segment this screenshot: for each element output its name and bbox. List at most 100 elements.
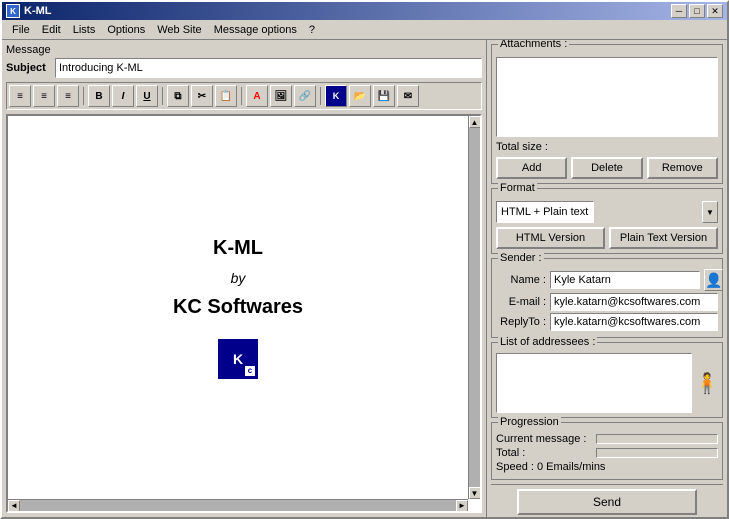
editor-by: by	[231, 270, 246, 286]
total-progress-bar-container	[596, 448, 718, 458]
scroll-track[interactable]	[469, 128, 481, 487]
formatting-toolbar: ≡ ≡ ≡ B I U ⧉ ✂ 📋 A 🖼 🔗 K 📂 💾 ✉	[6, 82, 482, 110]
send-button[interactable]: Send	[517, 489, 697, 515]
current-message-row: Current message :	[496, 433, 718, 445]
delete-button[interactable]: Delete	[571, 157, 642, 179]
format-select[interactable]: HTML + Plain text HTML only Plain text o…	[496, 201, 594, 223]
sender-name-input[interactable]	[550, 271, 700, 289]
person-icon: 🧍	[695, 371, 720, 396]
current-progress-bar-container	[596, 434, 718, 444]
name-label: Name :	[496, 274, 546, 286]
title-bar: K K-ML ─ □ ✕	[2, 2, 727, 20]
select-arrow-icon: ▼	[702, 201, 718, 223]
addressees-list[interactable]	[496, 353, 692, 413]
close-button[interactable]: ✕	[707, 4, 723, 18]
separator-4	[320, 87, 321, 105]
email-button[interactable]: ✉	[397, 85, 419, 107]
separator-2	[162, 87, 163, 105]
minimize-button[interactable]: ─	[671, 4, 687, 18]
insert-image-button[interactable]: 🖼	[270, 85, 292, 107]
window-title: K-ML	[24, 5, 52, 17]
menu-help[interactable]: ?	[303, 22, 321, 38]
bold-button[interactable]: B	[88, 85, 110, 107]
separator-1	[83, 87, 84, 105]
underline-button[interactable]: U	[136, 85, 158, 107]
attachments-list	[496, 57, 718, 137]
align-left-button[interactable]: ≡	[9, 85, 31, 107]
scroll-left-button[interactable]: ◄	[8, 500, 20, 512]
subject-row: Subject	[6, 58, 482, 78]
menu-options[interactable]: Options	[101, 22, 151, 38]
progression-label: Progression	[498, 416, 561, 428]
scroll-right-button[interactable]: ►	[456, 500, 468, 512]
total-row: Total :	[496, 447, 718, 459]
html-version-button[interactable]: HTML Version	[496, 227, 605, 249]
format-label: Format	[498, 182, 537, 194]
menu-edit[interactable]: Edit	[36, 22, 67, 38]
attachments-label: Attachments :	[498, 40, 569, 50]
menu-bar: File Edit Lists Options Web Site Message…	[2, 20, 727, 40]
message-label: Message	[6, 44, 482, 56]
sender-email-row: E-mail :	[496, 293, 718, 311]
align-center-button[interactable]: ≡	[33, 85, 55, 107]
current-message-label: Current message :	[496, 433, 596, 445]
horizontal-scrollbar[interactable]: ◄ ►	[8, 499, 468, 511]
maximize-button[interactable]: □	[689, 4, 705, 18]
insert-link-button[interactable]: 🔗	[294, 85, 316, 107]
font-color-button[interactable]: A	[246, 85, 268, 107]
remove-button[interactable]: Remove	[647, 157, 718, 179]
addressees-person-icon: 🧍	[696, 353, 718, 413]
addressees-inner: 🧍	[496, 353, 718, 413]
sender-email-input[interactable]	[550, 293, 718, 311]
speed-value: Speed : 0 Emails/mins	[496, 461, 605, 473]
right-panel: Attachments : Total size : Add Delete Re…	[487, 40, 727, 517]
editor-title: K-ML	[213, 237, 263, 260]
addressees-group: List of addressees : 🧍	[491, 342, 723, 418]
sender-avatar[interactable]: 👤	[704, 269, 723, 291]
vertical-scrollbar[interactable]: ▲ ▼	[468, 116, 480, 499]
total-size-row: Total size :	[496, 141, 718, 153]
menu-file[interactable]: File	[6, 22, 36, 38]
email-label: E-mail :	[496, 296, 546, 308]
attachment-buttons: Add Delete Remove	[496, 157, 718, 179]
attachments-group: Attachments : Total size : Add Delete Re…	[491, 44, 723, 184]
app-icon: K	[6, 4, 20, 18]
total-size-label: Total size :	[496, 141, 548, 153]
plain-text-version-button[interactable]: Plain Text Version	[609, 227, 718, 249]
menu-message-options[interactable]: Message options	[208, 22, 303, 38]
editor-content: K-ML by KC Softwares K c	[8, 116, 468, 499]
sender-group: Sender : Name : 👤 E-mail : ReplyTo :	[491, 258, 723, 338]
left-panel: Message Subject ≡ ≡ ≡ B I U ⧉ ✂ 📋 A	[2, 40, 487, 517]
editor-logo: K c	[218, 339, 258, 379]
italic-button[interactable]: I	[112, 85, 134, 107]
menu-website[interactable]: Web Site	[151, 22, 207, 38]
subject-input[interactable]	[55, 58, 482, 78]
format-select-row: HTML + Plain text HTML only Plain text o…	[496, 201, 718, 223]
progression-group: Progression Current message : Total : Sp…	[491, 422, 723, 480]
replyto-label: ReplyTo :	[496, 316, 546, 328]
scroll-up-button[interactable]: ▲	[469, 116, 481, 128]
editor-area[interactable]: K-ML by KC Softwares K c ▲ ▼ ◄ ►	[6, 114, 482, 513]
h-scroll-track[interactable]	[20, 500, 456, 511]
editor-company: KC Softwares	[173, 296, 303, 319]
avatar-icon: 👤	[705, 272, 722, 289]
save-button[interactable]: 💾	[373, 85, 395, 107]
separator-3	[241, 87, 242, 105]
copy-button[interactable]: ⧉	[167, 85, 189, 107]
scroll-down-button[interactable]: ▼	[469, 487, 481, 499]
version-buttons: HTML Version Plain Text Version	[496, 227, 718, 249]
sender-replyto-input[interactable]	[550, 313, 718, 331]
add-button[interactable]: Add	[496, 157, 567, 179]
logo-button[interactable]: K	[325, 85, 347, 107]
cut-button[interactable]: ✂	[191, 85, 213, 107]
align-right-button[interactable]: ≡	[57, 85, 79, 107]
subject-label: Subject	[6, 62, 51, 74]
send-row: Send	[491, 484, 723, 517]
format-select-wrapper: HTML + Plain text HTML only Plain text o…	[496, 201, 718, 223]
open-button[interactable]: 📂	[349, 85, 371, 107]
format-group: Format HTML + Plain text HTML only Plain…	[491, 188, 723, 254]
menu-lists[interactable]: Lists	[67, 22, 102, 38]
speed-row: Speed : 0 Emails/mins	[496, 461, 718, 473]
sender-name-row: Name : 👤	[496, 269, 718, 291]
paste-button[interactable]: 📋	[215, 85, 237, 107]
